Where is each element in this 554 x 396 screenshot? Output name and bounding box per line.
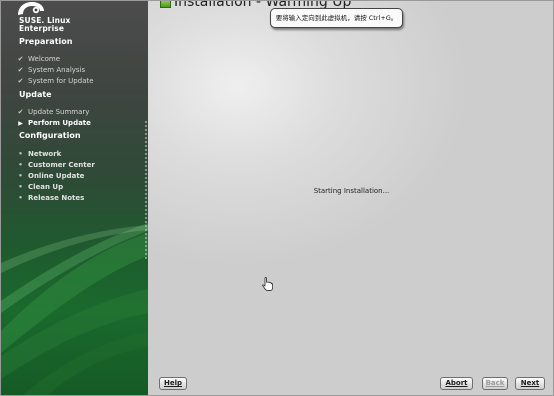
checkmark-icon: ✔ xyxy=(17,77,24,85)
section-title-update: Update xyxy=(19,90,52,99)
brand-line-2: Enterprise xyxy=(19,24,65,33)
step-release-notes: • Release Notes xyxy=(16,193,84,204)
checkmark-icon: ✔ xyxy=(17,66,24,74)
help-button[interactable]: Help xyxy=(159,377,187,390)
step-perform-update: ▶ Perform Update xyxy=(16,118,91,129)
step-label: Online Update xyxy=(28,172,85,180)
step-label: Perform Update xyxy=(28,119,91,127)
step-label: Customer Center xyxy=(28,161,95,169)
step-update-summary: ✔ Update Summary xyxy=(16,107,90,118)
mouse-pointer-icon xyxy=(262,277,273,291)
step-label: Network xyxy=(28,150,62,158)
step-network: • Network xyxy=(16,149,61,160)
main-content: Installation - Warming Up 要将输入定向到此虚拟机，请按… xyxy=(148,1,553,395)
status-message: Starting Installation... xyxy=(313,187,390,195)
installation-icon xyxy=(160,1,171,8)
bullet-icon: • xyxy=(18,172,23,180)
sidebar-scroll-edge xyxy=(145,121,147,261)
step-clean-up: • Clean Up xyxy=(16,182,63,193)
step-system-analysis: ✔ System Analysis xyxy=(16,65,86,76)
triangle-right-icon: ▶ xyxy=(18,120,23,127)
sidebar: SUSE. Linux Enterprise Preparation ✔ Wel… xyxy=(1,1,148,395)
checkmark-icon: ✔ xyxy=(17,108,24,116)
step-online-update: • Online Update xyxy=(16,171,84,182)
step-welcome: ✔ Welcome xyxy=(16,54,60,65)
step-label: Clean Up xyxy=(28,183,64,191)
step-label: Welcome xyxy=(28,55,61,63)
abort-button[interactable]: Abort xyxy=(440,377,473,390)
bullet-icon: • xyxy=(18,194,23,202)
step-label: Release Notes xyxy=(28,194,85,202)
bullet-icon: • xyxy=(18,183,23,191)
step-label: Update Summary xyxy=(28,108,90,116)
back-button[interactable]: Back xyxy=(482,377,508,390)
step-system-for-update: ✔ System for Update xyxy=(16,76,94,87)
step-label: System for Update xyxy=(28,77,94,85)
next-button[interactable]: Next xyxy=(515,377,545,390)
step-customer-center: • Customer Center xyxy=(16,160,95,171)
bullet-icon: • xyxy=(18,150,23,158)
checkmark-icon: ✔ xyxy=(17,55,24,63)
vm-input-tooltip: 要将输入定向到此虚拟机，请按 Ctrl+G。 xyxy=(270,8,403,28)
bullet-icon: • xyxy=(18,161,23,169)
section-title-configuration: Configuration xyxy=(19,131,81,140)
brand-name: SUSE. Linux Enterprise xyxy=(19,17,70,33)
chameleon-logo-icon xyxy=(18,2,44,15)
installer-window: SUSE. Linux Enterprise Preparation ✔ Wel… xyxy=(0,0,554,396)
step-label: System Analysis xyxy=(28,66,86,74)
section-title-preparation: Preparation xyxy=(19,37,73,46)
